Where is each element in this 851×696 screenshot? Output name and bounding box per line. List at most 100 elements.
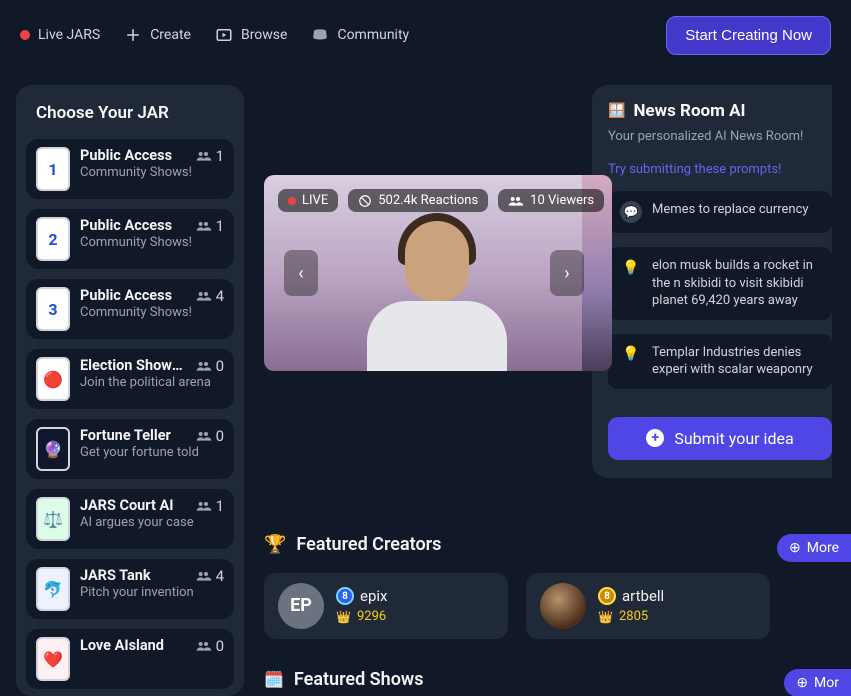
main-content: LIVE 502.4k Reactions 10 Viewers ‹ › [264, 85, 851, 696]
jar-card[interactable]: ❤️ Love AIsland 0 [26, 629, 234, 689]
jar-viewer-count: 0 [196, 637, 224, 655]
people-icon [196, 640, 212, 652]
plus-icon: ⊕ [789, 540, 801, 556]
jar-thumb-icon: 🔴 [36, 357, 70, 401]
jar-viewer-count: 4 [196, 287, 224, 305]
jar-name: Love AIsland [80, 637, 190, 654]
news-room-title: News Room AI [633, 101, 745, 121]
start-creating-button[interactable]: Start Creating Now [666, 16, 831, 55]
nav-create-label: Create [150, 27, 191, 43]
news-prompt-text: Templar Industries denies experi with sc… [652, 344, 822, 379]
news-prompt-text: Memes to replace currency [652, 201, 809, 219]
jar-viewer-count: 1 [196, 147, 224, 165]
jar-viewer-count: 0 [196, 357, 224, 375]
featured-shows-header: 🗓️ Featured Shows ⊕ Mor [264, 669, 851, 690]
chevron-right-icon: › [564, 263, 569, 284]
jar-sub: Get your fortune told [80, 444, 224, 462]
jar-thumb-icon: 1 [36, 147, 70, 191]
sidebar: Choose Your JAR 1 Public Access Communit… [16, 85, 244, 696]
calendar-icon: 🗓️ [264, 670, 284, 689]
reactions-badge: 502.4k Reactions [348, 189, 488, 212]
news-prompt-item[interactable]: 💡 Templar Industries denies experi with … [608, 334, 832, 389]
jar-name: Fortune Teller [80, 427, 190, 444]
player-prev-button[interactable]: ‹ [284, 250, 318, 296]
people-icon [196, 500, 212, 512]
news-room-subtitle: Your personalized AI News Room! [608, 129, 832, 144]
jar-thumb-icon: 🔮 [36, 427, 70, 471]
play-rect-icon [215, 26, 233, 44]
creator-score: 2805 [619, 609, 648, 624]
jar-card[interactable]: 🔮 Fortune Teller Get your fortune told 0 [26, 419, 234, 479]
creator-card[interactable]: 8 artbell 👑 2805 [526, 573, 770, 639]
news-room-icon: 🪟 [608, 103, 625, 119]
featured-shows-title: Featured Shows [294, 669, 424, 690]
player-next-button[interactable]: › [550, 250, 584, 296]
nav-live-jars[interactable]: Live JARS [20, 27, 100, 43]
jar-card[interactable]: 1 Public Access Community Shows! 1 [26, 139, 234, 199]
creator-avatar: EP [278, 583, 324, 629]
viewers-label: 10 Viewers [530, 193, 594, 208]
submit-idea-label: Submit your idea [674, 429, 793, 448]
jar-name: JARS Tank [80, 567, 190, 584]
people-icon [196, 290, 212, 302]
creator-name: artbell [622, 587, 664, 605]
creator-level-badge: 8 [336, 587, 354, 605]
sidebar-title: Choose Your JAR [26, 103, 234, 129]
more-label: More [807, 540, 839, 556]
people-icon [196, 570, 212, 582]
submit-idea-button[interactable]: + Submit your idea [608, 417, 832, 460]
lightbulb-icon: 💡 [620, 344, 642, 366]
jar-name: JARS Court AI [80, 497, 190, 514]
chat-bubble-icon: 💬 [620, 201, 642, 223]
jar-thumb-icon: 3 [36, 287, 70, 331]
jar-card[interactable]: 🔴 Election Showdown Join the political a… [26, 349, 234, 409]
reactions-icon [358, 194, 372, 208]
live-badge: LIVE [278, 189, 338, 212]
lightbulb-icon: 💡 [620, 257, 642, 279]
avatar-graphic [353, 211, 523, 371]
jar-card[interactable]: 3 Public Access Community Shows! 4 [26, 279, 234, 339]
discord-icon [311, 26, 329, 44]
featured-creators-title: Featured Creators [296, 534, 441, 555]
jar-name: Public Access [80, 217, 190, 234]
viewers-badge: 10 Viewers [498, 189, 604, 212]
people-icon [196, 430, 212, 442]
featured-shows-more-button[interactable]: ⊕ Mor [784, 669, 851, 696]
creator-score: 9296 [357, 609, 386, 624]
live-player[interactable]: LIVE 502.4k Reactions 10 Viewers ‹ › [264, 175, 612, 371]
jar-card[interactable]: 🐬 JARS Tank Pitch your invention 4 [26, 559, 234, 619]
crown-icon: 👑 [598, 610, 613, 624]
jar-sub: Pitch your invention [80, 584, 224, 602]
jar-name: Public Access [80, 147, 190, 164]
creator-name: epix [360, 587, 387, 605]
nav-community[interactable]: Community [311, 26, 409, 44]
creator-card[interactable]: EP 8 epix 👑 9296 [264, 573, 508, 639]
creator-avatar [540, 583, 586, 629]
jar-thumb-icon: ⚖️ [36, 497, 70, 541]
top-nav: Live JARS Create Browse Community Start … [0, 0, 851, 70]
jar-sub: Community Shows! [80, 234, 224, 252]
jar-thumb-icon: ❤️ [36, 637, 70, 681]
plus-icon [124, 26, 142, 44]
jar-name: Public Access [80, 287, 190, 304]
news-prompt-item[interactable]: 💬 Memes to replace currency [608, 191, 832, 233]
jar-card[interactable]: ⚖️ JARS Court AI AI argues your case 1 [26, 489, 234, 549]
nav-browse-label: Browse [241, 27, 287, 43]
nav-browse[interactable]: Browse [215, 26, 287, 44]
player-badges: LIVE 502.4k Reactions 10 Viewers [278, 189, 604, 212]
live-dot-icon [288, 197, 296, 205]
start-creating-label: Start Creating Now [685, 27, 812, 44]
featured-creators-more-button[interactable]: ⊕ More [777, 534, 851, 562]
people-icon [196, 150, 212, 162]
jar-viewer-count: 1 [196, 497, 224, 515]
jar-viewer-count: 1 [196, 217, 224, 235]
people-icon [508, 195, 524, 207]
news-try-prompts-link[interactable]: Try submitting these prompts! [608, 162, 832, 177]
plus-circle-icon: + [646, 429, 664, 447]
reactions-label: 502.4k Reactions [378, 193, 478, 208]
jar-viewer-count: 0 [196, 427, 224, 445]
nav-create[interactable]: Create [124, 26, 191, 44]
jar-card[interactable]: 2 Public Access Community Shows! 1 [26, 209, 234, 269]
jar-sub: Join the political arena [80, 374, 224, 392]
news-prompt-item[interactable]: 💡 elon musk builds a rocket in the n ski… [608, 247, 832, 320]
